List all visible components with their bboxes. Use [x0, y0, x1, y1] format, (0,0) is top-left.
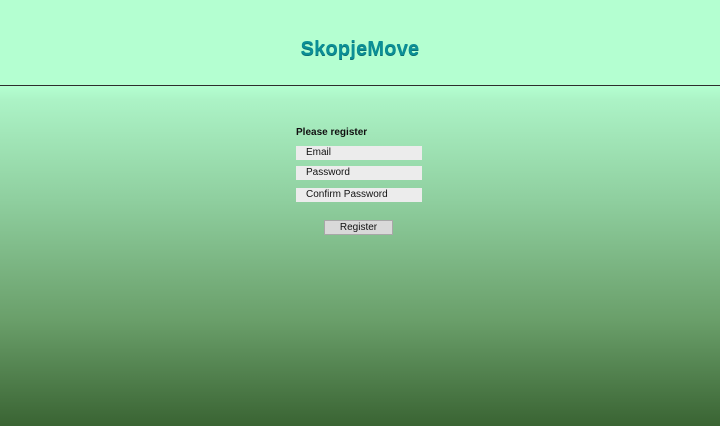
- confirm-password-field[interactable]: [296, 188, 422, 202]
- form-title: Please register: [296, 127, 368, 138]
- password-field[interactable]: [296, 166, 422, 180]
- register-button[interactable]: Register: [324, 220, 393, 235]
- site-logo[interactable]: SkopjeMove: [0, 37, 720, 61]
- site-header: SkopjeMove: [0, 0, 720, 86]
- email-field[interactable]: [296, 146, 422, 160]
